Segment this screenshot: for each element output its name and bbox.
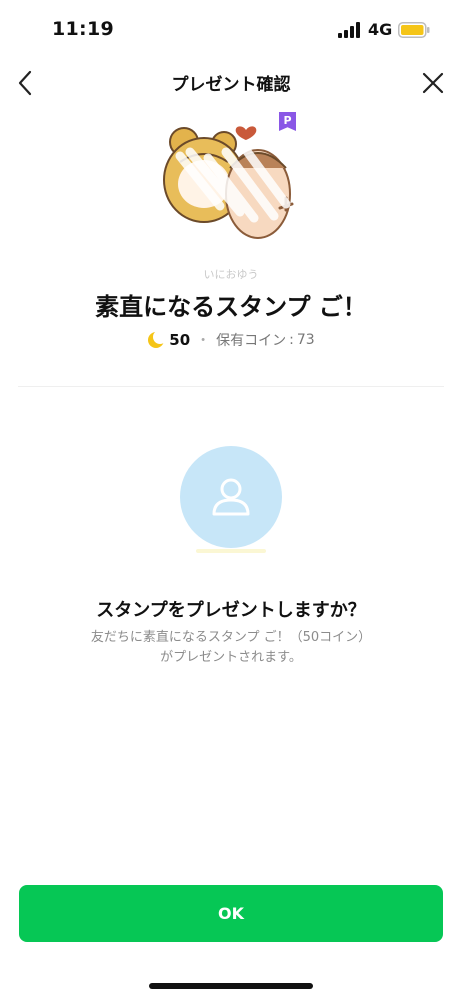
page-title: プレゼント確認 (171, 75, 291, 95)
owned-coins-label: 保有コイン (216, 333, 287, 349)
ok-button[interactable]: OK (19, 885, 443, 942)
present-confirm-screen: 11:19 4G プレゼント確認 P いにおゆう 素直になるスタンプ ご！ 50… (0, 0, 462, 999)
status-bar: 11:19 4G (0, 0, 462, 60)
confirm-description-line2: がプレゼントされます。 (160, 650, 302, 665)
person-icon (212, 478, 250, 516)
crescent-moon-coin-icon (148, 331, 166, 348)
author-name: いにおゆう (203, 268, 259, 281)
confirm-question: スタンプをプレゼントしますか？ (96, 600, 366, 621)
owned-coins-value: 73 (296, 332, 315, 348)
close-icon (422, 72, 444, 94)
owned-coins-separator: : (289, 332, 294, 348)
product-title: 素直になるスタンプ ご！ (95, 293, 367, 321)
recipient-name-placeholder (196, 549, 266, 553)
sticker-image (163, 126, 294, 239)
home-indicator (149, 983, 313, 989)
nav-bar: プレゼント確認 (0, 60, 462, 106)
network-label: 4G (368, 20, 393, 39)
divider (18, 386, 444, 387)
confirm-description: 友だちに素直になるスタンプ ご！（50コイン） がプレゼントされます。 (0, 628, 462, 668)
close-button[interactable] (418, 66, 448, 100)
price-separator: ・ (196, 333, 211, 349)
signal-icon (338, 22, 360, 38)
price-value: 50 (169, 331, 191, 349)
battery-icon (398, 22, 430, 38)
status-time: 11:19 (52, 18, 114, 40)
price-row: 50 ・ 保有コイン : 73 (0, 330, 462, 350)
recipient-avatar (180, 446, 282, 548)
confirm-description-line1: 友だちに素直になるスタンプ ご！（50コイン） (90, 630, 372, 645)
